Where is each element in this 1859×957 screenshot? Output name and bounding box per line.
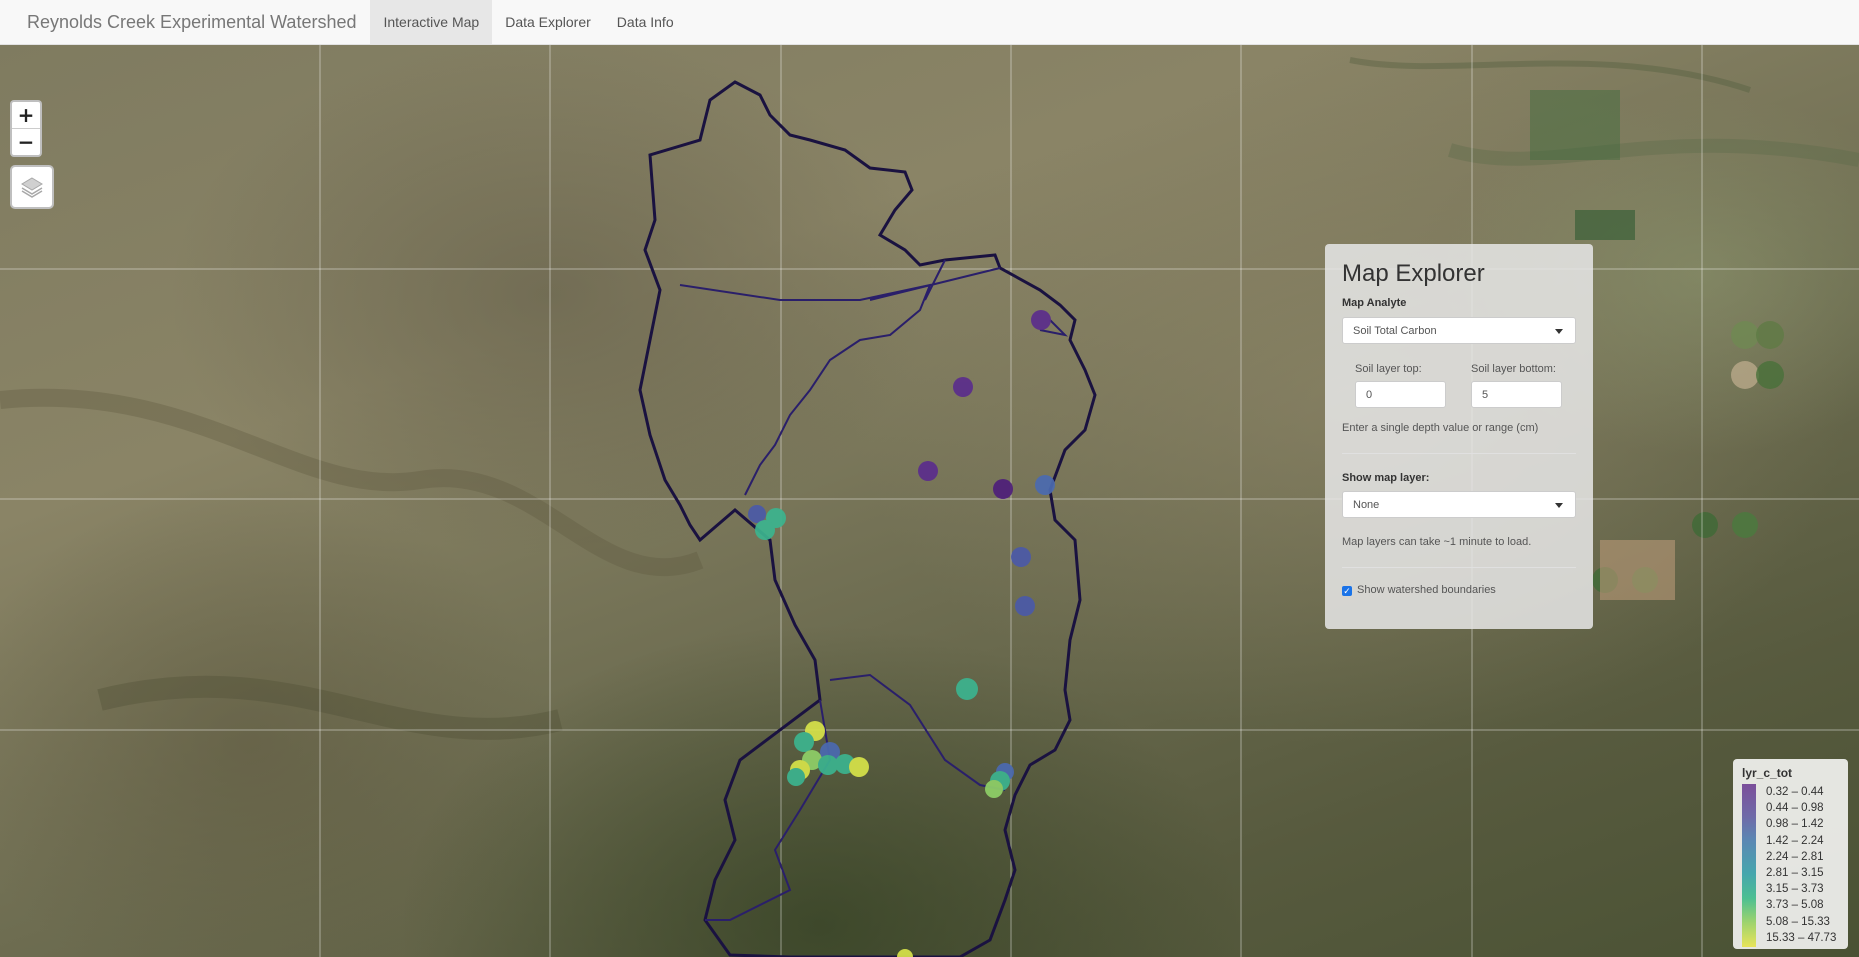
legend-item: 3.15 – 3.73: [1766, 883, 1824, 896]
divider: [1342, 453, 1576, 454]
zoom-out-button[interactable]: −: [12, 129, 40, 155]
legend-item: 2.81 – 3.15: [1766, 866, 1824, 879]
map-layer-select[interactable]: None: [1342, 491, 1576, 518]
boundaries-checkbox[interactable]: ✓: [1342, 586, 1352, 596]
legend-item: 0.98 – 1.42: [1766, 818, 1824, 831]
map-legend: lyr_c_tot 0.32 – 0.44 0.44 – 0.98 0.98 –…: [1733, 759, 1848, 949]
layers-button[interactable]: [10, 165, 54, 209]
layer-help-text: Map layers can take ~1 minute to load.: [1342, 536, 1532, 548]
chevron-down-icon: [1555, 329, 1563, 334]
watershed-boundary: [638, 80, 1097, 957]
legend-item: 0.32 – 0.44: [1766, 786, 1824, 798]
navbar: Reynolds Creek Experimental Watershed In…: [0, 0, 1859, 45]
boundaries-label[interactable]: Show watershed boundaries: [1357, 584, 1496, 596]
tab-data-explorer[interactable]: Data Explorer: [492, 0, 604, 44]
layers-icon: [21, 177, 43, 198]
panel-title: Map Explorer: [1342, 260, 1485, 287]
sample-points: [748, 310, 1055, 957]
layer-bottom-input[interactable]: 5: [1471, 381, 1562, 408]
analyte-select[interactable]: Soil Total Carbon: [1342, 317, 1576, 344]
chevron-down-icon: [1555, 503, 1563, 508]
analyte-select-value: Soil Total Carbon: [1353, 324, 1437, 337]
app-brand[interactable]: Reynolds Creek Experimental Watershed: [0, 0, 370, 44]
legend-item: 0.44 – 0.98: [1766, 802, 1824, 815]
legend-item: 5.08 – 15.33: [1766, 915, 1830, 928]
zoom-in-button[interactable]: +: [12, 102, 40, 129]
legend-item: 2.24 – 2.81: [1766, 850, 1824, 863]
layer-top-label: Soil layer top:: [1355, 363, 1422, 375]
analyte-label: Map Analyte: [1342, 297, 1407, 309]
legend-item: 1.42 – 2.24: [1766, 834, 1824, 847]
depth-help-text: Enter a single depth value or range (cm): [1342, 422, 1539, 434]
legend-item: 3.73 – 5.08: [1766, 899, 1824, 912]
legend-title: lyr_c_tot: [1742, 766, 1793, 780]
divider: [1342, 567, 1576, 568]
layer-top-input[interactable]: 0: [1355, 381, 1446, 408]
layer-bottom-label: Soil layer bottom:: [1471, 363, 1556, 375]
legend-item: 15.33 – 47.73: [1766, 931, 1837, 944]
legend-color-ramp: [1742, 784, 1756, 947]
zoom-control: + −: [10, 100, 42, 157]
map-layer-select-value: None: [1353, 498, 1380, 511]
tab-interactive-map[interactable]: Interactive Map: [370, 0, 493, 44]
tab-data-info[interactable]: Data Info: [604, 0, 687, 44]
map-explorer-panel: Map Explorer Map Analyte Soil Total Carb…: [1325, 244, 1593, 629]
map-layer-label: Show map layer:: [1342, 472, 1430, 484]
